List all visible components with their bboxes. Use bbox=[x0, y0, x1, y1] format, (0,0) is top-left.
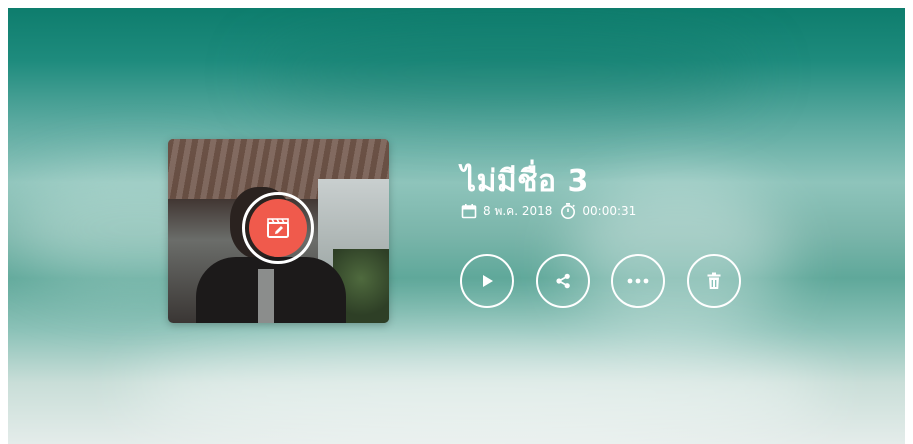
play-button[interactable] bbox=[460, 254, 514, 308]
background-glow bbox=[128, 338, 828, 444]
calendar-icon bbox=[461, 203, 477, 219]
delete-button[interactable] bbox=[687, 254, 741, 308]
thumbnail-scene-shirt bbox=[258, 269, 274, 323]
more-options-button[interactable] bbox=[611, 254, 665, 308]
project-meta: 8 พ.ค. 2018 00:00:31 bbox=[461, 201, 644, 221]
edit-project-button[interactable] bbox=[242, 192, 314, 264]
project-date: 8 พ.ค. 2018 bbox=[483, 203, 553, 218]
play-icon bbox=[483, 275, 493, 287]
project-duration: 00:00:31 bbox=[582, 204, 637, 218]
share-icon bbox=[556, 273, 570, 289]
edit-clapperboard-icon bbox=[249, 199, 307, 257]
project-detail-screen: ไม่มีชื่อ 3 8 พ.ค. 2018 00:00:31 bbox=[8, 8, 905, 444]
share-button[interactable] bbox=[536, 254, 590, 308]
trash-icon bbox=[707, 272, 721, 289]
background-glow bbox=[258, 28, 758, 118]
more-horizontal-icon bbox=[627, 278, 649, 284]
video-thumbnail[interactable] bbox=[168, 139, 389, 323]
stopwatch-icon bbox=[560, 202, 576, 220]
project-title: ไม่มีชื่อ 3 bbox=[461, 164, 589, 199]
